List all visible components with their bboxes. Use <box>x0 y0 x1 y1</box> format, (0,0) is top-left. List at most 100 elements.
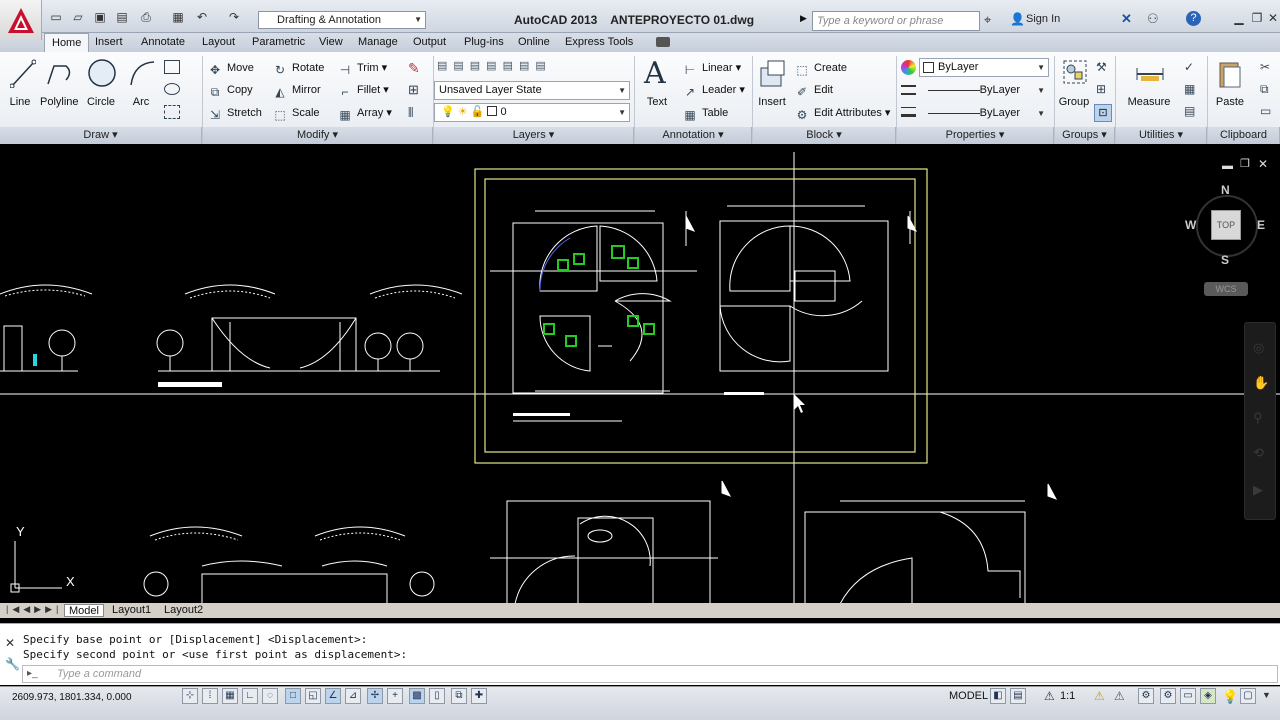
tab-navigation-icons[interactable]: |◀◀▶▶| <box>6 604 62 615</box>
command-close-icon[interactable]: ✕ <box>5 636 15 650</box>
help-icon[interactable]: ? <box>1186 11 1201 26</box>
quick-view-layouts-icon[interactable]: ◧ <box>990 688 1006 704</box>
create-block-button[interactable]: ⬚ Create <box>794 59 847 77</box>
hatch-icon[interactable] <box>164 105 180 119</box>
array-button[interactable]: ▦ Array ▾ <box>337 104 392 122</box>
linear-button[interactable]: ⊢ Linear ▾ <box>682 59 741 77</box>
tab-home[interactable]: Home <box>44 33 90 53</box>
steering-wheel-icon[interactable]: ◎ <box>1253 340 1264 356</box>
ortho-mode-icon[interactable]: ∟ <box>242 688 258 704</box>
orbit-icon[interactable]: ⟲ <box>1253 445 1264 461</box>
tab-plug-ins[interactable]: Plug-ins <box>457 33 511 52</box>
restore-icon[interactable]: ❐ <box>1250 12 1264 24</box>
tab-model[interactable]: Model <box>64 604 104 617</box>
mirror-button[interactable]: ◭ Mirror <box>272 81 320 99</box>
lineweight-icon[interactable] <box>901 107 916 117</box>
lightbulb-status-icon[interactable]: 💡 <box>1222 689 1238 705</box>
color-dropdown[interactable]: ByLayer ▼ <box>919 58 1049 77</box>
arc-button[interactable]: Arc <box>126 56 156 114</box>
search-input[interactable]: Type a keyword or phrase <box>812 11 980 31</box>
binoculars-icon[interactable]: ⌖ <box>984 12 991 28</box>
match-properties-icon[interactable]: ▭ <box>1260 104 1271 118</box>
selection-cycling-icon[interactable]: ⧉ <box>451 688 467 704</box>
tab-parametric[interactable]: Parametric <box>245 33 312 52</box>
layer-tools-icons[interactable]: ▤▤▤▤▤▤▤ <box>437 59 629 77</box>
edit-attributes-button[interactable]: ⚙ Edit Attributes ▾ <box>794 104 891 122</box>
minimize-icon[interactable]: ▁ <box>1232 12 1246 24</box>
model-space-toggle[interactable]: MODEL <box>949 690 988 702</box>
showmotion-icon[interactable]: ▶ <box>1253 482 1263 498</box>
layers-panel-title[interactable]: Layers ▾ <box>434 127 634 144</box>
status-menu-icon[interactable]: ▼ <box>1262 690 1271 700</box>
group-button[interactable]: Group <box>1058 56 1090 116</box>
quick-select-icon[interactable]: ✓ <box>1184 60 1194 74</box>
erase-icon[interactable]: ✎ <box>408 60 420 77</box>
explode-icon[interactable]: ⊞ <box>408 82 419 98</box>
edit-block-button[interactable]: ✐ Edit <box>794 81 833 99</box>
text-button[interactable]: A Text <box>640 56 674 116</box>
coordinate-readout[interactable]: 2609.973, 1801.334, 0.000 <box>12 692 132 703</box>
ribbon-toggle-icon[interactable] <box>656 37 670 47</box>
quick-view-drawings-icon[interactable]: ▤ <box>1010 688 1026 704</box>
save-as-icon[interactable]: ▤ <box>114 9 130 25</box>
application-menu-button[interactable] <box>0 0 42 40</box>
tab-layout1[interactable]: Layout1 <box>108 604 155 617</box>
polyline-button[interactable]: Polyline <box>40 56 79 114</box>
open-icon[interactable]: ▱ <box>70 9 86 25</box>
new-icon[interactable]: ▭ <box>48 9 64 25</box>
viewport-minimize-icon[interactable]: ▬ <box>1222 160 1233 172</box>
save-icon[interactable]: ▣ <box>92 9 108 25</box>
workspace-switching-icon[interactable]: ⚙ <box>1138 688 1154 704</box>
layer-state-dropdown[interactable]: Unsaved Layer State ▼ <box>434 81 630 100</box>
tab-view[interactable]: View <box>312 33 350 52</box>
workspace-dropdown[interactable]: Drafting & Annotation ▼ <box>258 11 426 29</box>
group-edit-icon[interactable]: ⊞ <box>1096 82 1106 96</box>
paste-button[interactable]: Paste <box>1212 56 1248 116</box>
id-point-icon[interactable]: ▤ <box>1184 104 1195 118</box>
transparency-icon[interactable]: ▩ <box>409 688 425 704</box>
object-snap-tracking-icon[interactable]: ∠ <box>325 688 341 704</box>
ellipse-icon[interactable] <box>164 83 180 95</box>
viewport-close-icon[interactable]: ✕ <box>1258 157 1268 171</box>
move-button[interactable]: ✥ Move <box>207 59 254 77</box>
tab-annotate[interactable]: Annotate <box>134 33 192 52</box>
scale-button[interactable]: ⬚ Scale <box>272 104 319 122</box>
infer-constraints-icon[interactable]: ⊹ <box>182 688 198 704</box>
viewport-restore-icon[interactable]: ❐ <box>1240 157 1250 170</box>
trim-button[interactable]: ⊣ Trim ▾ <box>337 59 387 77</box>
viewcube-north[interactable]: N <box>1221 183 1230 197</box>
drawing-canvas[interactable] <box>0 146 1280 604</box>
tab-layout[interactable]: Layout <box>195 33 242 52</box>
tab-online[interactable]: Online <box>511 33 557 52</box>
measure-button[interactable]: Measure <box>1126 56 1172 116</box>
sign-in-link[interactable]: Sign In <box>1026 13 1060 25</box>
print-icon[interactable]: ▦ <box>170 9 186 25</box>
tab-insert[interactable]: Insert <box>88 33 130 52</box>
layer-dropdown[interactable]: 💡 ☀ 🔓 0 ▼ <box>434 103 630 122</box>
command-input[interactable]: Type a command <box>22 665 1278 683</box>
viewcube-south[interactable]: S <box>1221 253 1229 267</box>
stretch-button[interactable]: ⇲ Stretch <box>207 104 262 122</box>
copy-clip-icon[interactable]: ⧉ <box>1260 82 1269 97</box>
rectangle-icon[interactable] <box>164 60 180 74</box>
toolbar-lock-icon[interactable]: ⚙ <box>1160 688 1176 704</box>
circle-button[interactable]: Circle <box>84 56 118 114</box>
calculator-icon[interactable]: ▦ <box>1184 82 1195 96</box>
pan-icon[interactable]: ✋ <box>1253 375 1269 391</box>
zoom-icon[interactable]: ⚲ <box>1253 410 1263 426</box>
leader-button[interactable]: ↗ Leader ▾ <box>682 81 745 99</box>
isolate-objects-icon[interactable]: ◈ <box>1200 688 1216 704</box>
table-button[interactable]: ▦ Table <box>682 104 728 122</box>
tab-express-tools[interactable]: Express Tools <box>558 33 640 52</box>
account-icon[interactable]: ⚇ <box>1147 11 1159 27</box>
annotation-scale-icon[interactable]: ⚠ <box>1044 689 1055 703</box>
annotation-monitor-icon[interactable]: ✚ <box>471 688 487 704</box>
snap-mode-icon[interactable]: ⁞ <box>202 688 218 704</box>
viewcube-top-face[interactable]: TOP <box>1211 210 1241 240</box>
annotation-panel-title[interactable]: Annotation ▾ <box>635 127 752 144</box>
annotation-visibility-icon[interactable]: ⚠ <box>1094 689 1105 703</box>
tab-layout2[interactable]: Layout2 <box>160 604 207 617</box>
undo-icon[interactable]: ↶ <box>194 9 210 25</box>
auto-scale-icon[interactable]: ⚠ <box>1114 689 1125 703</box>
color-wheel-icon[interactable] <box>901 60 916 75</box>
